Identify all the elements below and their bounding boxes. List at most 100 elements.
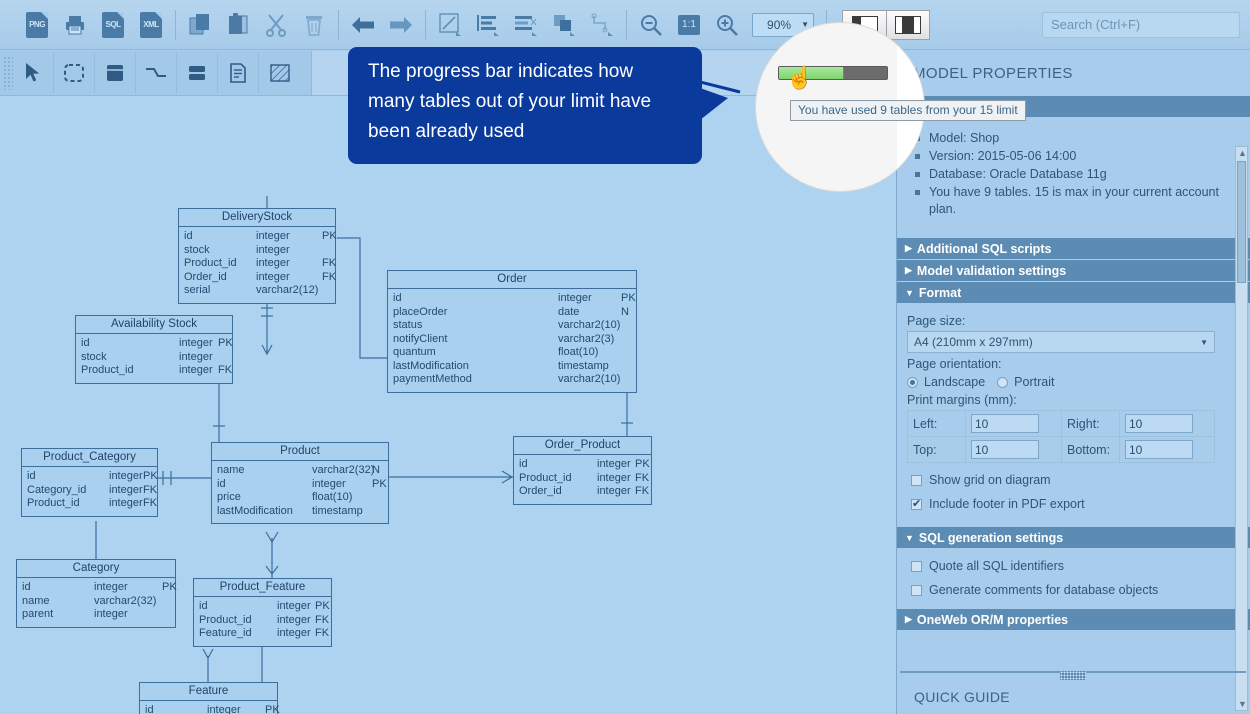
copy-button[interactable] (181, 7, 219, 43)
pointer-tool-button[interactable] (13, 53, 54, 93)
sql-generation-body: Quote all SQL identifiers Generate comme… (897, 549, 1250, 609)
column-name: id (199, 600, 208, 612)
diagram-table-column: name varchar2(32) N (217, 464, 384, 478)
undo-button[interactable] (344, 7, 382, 43)
column-name: notifyClient (393, 332, 448, 345)
column-type: integer (109, 483, 143, 496)
generate-comments-checkbox[interactable] (911, 584, 922, 596)
export-png-button[interactable]: PNG (18, 7, 56, 43)
quote-identifiers-checkbox[interactable] (911, 560, 922, 572)
diagram-canvas[interactable]: DeliveryStock id integer PK stock integer Prod… (0, 96, 896, 714)
edit-style-button[interactable] (431, 7, 469, 43)
scroll-up-arrow-icon[interactable]: ▲ (1238, 148, 1247, 158)
zoom-in-button[interactable] (708, 7, 746, 43)
diagram-table-title: Product (212, 443, 388, 461)
margin-top-label: Top: (907, 436, 966, 463)
margin-bottom-input[interactable] (1125, 440, 1193, 459)
diagram-table[interactable]: Order_Product id integer PK Product_id intege… (513, 436, 652, 505)
list-item: Model: Shop (915, 130, 1240, 147)
paste-button[interactable] (219, 7, 257, 43)
diagram-table-title: Order (388, 271, 636, 289)
section-header-format[interactable]: ▼ Format (897, 282, 1250, 304)
hatched-area-icon (269, 64, 290, 82)
table-row: Top: Bottom: (907, 436, 1215, 463)
column-name: Order_id (184, 270, 227, 283)
marquee-select-tool-button[interactable] (54, 53, 95, 93)
route-lines-button[interactable] (583, 7, 621, 43)
png-file-icon: PNG (26, 11, 48, 38)
margin-right-input[interactable] (1125, 414, 1193, 433)
section-header-oneweb-orm-properties[interactable]: ▶ OneWeb OR/M properties (897, 609, 1250, 631)
column-name: id (145, 704, 154, 714)
column-name: price (217, 491, 241, 503)
show-grid-row: Show grid on diagram (911, 473, 1240, 487)
chevron-right-icon: ▶ (905, 614, 912, 624)
relation-line-icon (146, 68, 166, 77)
radio-landscape[interactable] (907, 376, 918, 388)
column-type: integer (109, 470, 143, 482)
diagram-table[interactable]: Product_Category id integer PK Category_id in… (21, 448, 158, 517)
quick-guide-header[interactable]: QUICK GUIDE (900, 680, 1250, 714)
align-button[interactable] (469, 7, 507, 43)
section-header-model-validation-settings[interactable]: ▶ Model validation settings (897, 260, 1250, 282)
panel-splitter[interactable] (900, 671, 1246, 680)
cut-button[interactable] (257, 7, 295, 43)
diagram-table[interactable]: Category id integer PK name varchar2(32) paren… (16, 559, 177, 628)
arrange-button[interactable] (545, 7, 583, 43)
new-table-tool-button[interactable] (95, 53, 136, 93)
diagram-table-title: Availability Stock (76, 316, 232, 334)
search-input[interactable]: Search (Ctrl+F) (1042, 12, 1240, 38)
format-section-body: Page size: A4 (210mm x 297mm) ▼ Page ori… (897, 304, 1250, 519)
zoom-actual-button[interactable]: 1:1 (670, 7, 708, 43)
column-name: name (22, 594, 50, 607)
new-view-tool-button[interactable] (177, 53, 218, 93)
margin-left-input[interactable] (971, 414, 1039, 433)
redo-button[interactable] (382, 7, 420, 43)
delete-button[interactable] (295, 7, 333, 43)
new-area-tool-button[interactable] (259, 53, 300, 93)
diagram-table-column: paymentMethod varchar2(10) (393, 373, 632, 387)
chevron-down-icon: ▼ (801, 20, 809, 29)
diagram-table-columns: id integer PK placeOrder date Nstatus varchar2… (388, 289, 636, 392)
diagram-table[interactable]: Product name varchar2(32) Nid integer PK price… (211, 442, 389, 524)
new-relation-tool-button[interactable] (136, 53, 177, 93)
toolbar-drag-handle[interactable] (3, 56, 13, 90)
radio-portrait[interactable] (997, 376, 1009, 388)
diagram-table-columns: idintegerPKnamevarchar2(32)parentinteger (140, 701, 280, 714)
page-size-select[interactable]: A4 (210mm x 297mm) ▼ (907, 331, 1215, 353)
include-footer-checkbox[interactable] (911, 497, 922, 510)
panel-scrollbar[interactable]: ▲ ▼ (1235, 146, 1248, 711)
distribute-button[interactable] (507, 7, 545, 43)
diagram-table[interactable]: DeliveryStock id integer PK stock integer Prod… (178, 208, 337, 304)
diagram-table[interactable]: Product_Feature id integer PK Product_id inte… (193, 578, 332, 647)
zoom-out-button[interactable] (632, 7, 670, 43)
column-type: varchar2(32) (94, 594, 157, 607)
margin-top-input[interactable] (971, 440, 1039, 459)
scrollbar-thumb[interactable] (1237, 161, 1246, 283)
quick-guide-title: QUICK GUIDE (914, 689, 1010, 705)
column-name: Product_id (81, 364, 134, 376)
column-key: FK (218, 364, 233, 376)
section-header-sql-generation-settings[interactable]: ▼ SQL generation settings (897, 527, 1250, 549)
splitter-grip-icon (1060, 671, 1086, 680)
diagram-table-column: stock integer (184, 244, 331, 258)
section-header-additional-sql-scripts[interactable]: ▶ Additional SQL scripts (897, 238, 1250, 260)
diagram-table[interactable]: Order id integer PK placeOrder date Nstatus var… (387, 270, 637, 393)
list-item: You have 9 tables. 15 is max in your cur… (915, 184, 1240, 218)
main-toolbar: PNG SQL XML 1:1 90% ▼ Search (Ctrl+F) (0, 0, 1250, 50)
diagram-table-column: id integer PK (22, 581, 177, 595)
export-sql-button[interactable]: SQL (94, 7, 132, 43)
diagram-table[interactable]: FeatureidintegerPKnamevarchar2(32)parent… (139, 682, 280, 714)
export-xml-button[interactable]: XML (132, 7, 170, 43)
new-note-tool-button[interactable] (218, 53, 259, 93)
show-grid-checkbox[interactable] (911, 474, 922, 486)
page-size-value: A4 (210mm x 297mm) (914, 335, 1033, 349)
column-type: float(10) (558, 346, 599, 358)
column-name: lastModification (393, 359, 469, 372)
diagram-table[interactable]: Availability Stock id integer PK stock intege… (75, 315, 233, 384)
print-button[interactable] (56, 7, 94, 43)
column-key: FK (322, 270, 337, 283)
column-name: id (184, 230, 193, 242)
radio-portrait-label: Portrait (1014, 375, 1055, 389)
column-name: serial (184, 284, 211, 296)
